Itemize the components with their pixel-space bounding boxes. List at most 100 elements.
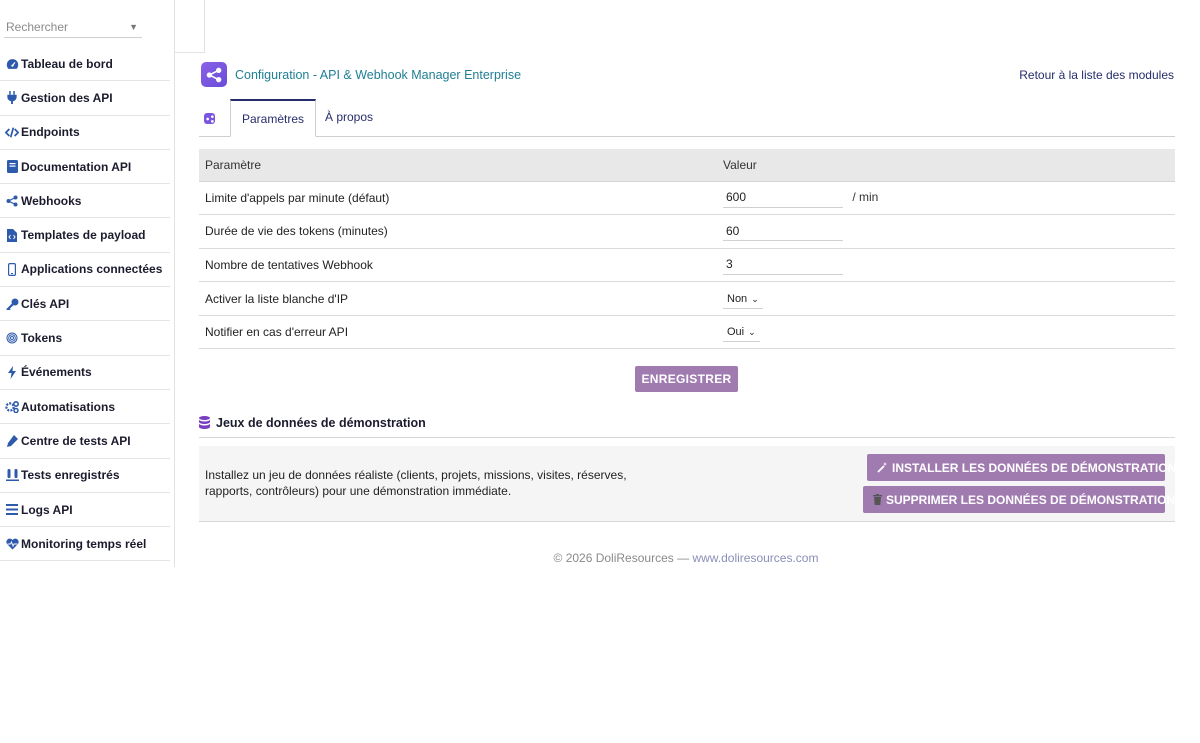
- sidebar-item-label: Templates de payload: [21, 228, 146, 243]
- demo-data-panel: Installez un jeu de données réaliste (cl…: [199, 446, 1176, 522]
- tab-parametres[interactable]: Paramètres: [230, 99, 317, 137]
- sidebar-item-label: Tokens: [21, 331, 63, 346]
- chevron-down-icon[interactable]: ▼: [129, 16, 138, 38]
- sidebar-item-api-management[interactable]: Gestion des API: [0, 81, 170, 116]
- select-value: Oui: [727, 326, 745, 339]
- divider: [199, 437, 1175, 438]
- sidebar-item-label: Tests enregistrés: [21, 468, 120, 483]
- table-row: Notifier en cas d'erreur API Oui ⌄: [199, 315, 1175, 350]
- sidebar-item-api-keys[interactable]: Clés API: [0, 287, 170, 322]
- magic-wand-icon: [877, 462, 888, 473]
- sidebar-item-api-docs[interactable]: Documentation API: [0, 150, 170, 185]
- param-label: Limite d'appels par minute (défaut): [199, 181, 717, 216]
- param-value-cell: [717, 214, 1175, 249]
- table-row: Limite d'appels par minute (défaut) / mi…: [199, 181, 1175, 216]
- sidebar-menu: Tableau de bord Gestion des API Endpoint…: [0, 47, 170, 562]
- param-value-cell: / min: [717, 181, 1175, 216]
- share-icon: [204, 113, 215, 124]
- settings-table: Paramètre Valeur Limite d'appels par min…: [199, 149, 1175, 350]
- plug-icon: [5, 91, 19, 105]
- table-row: Nombre de tentatives Webhook: [199, 248, 1175, 283]
- list-icon: [5, 503, 19, 517]
- sidebar-item-payload-templates[interactable]: Templates de payload: [0, 218, 170, 253]
- sidebar-item-endpoints[interactable]: Endpoints: [0, 116, 170, 150]
- trash-icon: [873, 494, 882, 505]
- sidebar-item-api-logs[interactable]: Logs API: [0, 493, 170, 528]
- install-demo-data-button[interactable]: INSTALLER LES DONNÉES DE DÉMONSTRATION: [867, 454, 1176, 481]
- column-header-parameter: Paramètre: [199, 149, 717, 182]
- footer-website-link[interactable]: www.doliresources.com: [692, 551, 818, 565]
- footer: © 2026 DoliResources — www.doliresources…: [0, 551, 1200, 565]
- ip-whitelist-select[interactable]: Non ⌄: [723, 289, 763, 309]
- delete-label: SUPPRIMER LES DONNÉES DE DÉMONSTRATION: [886, 492, 1176, 507]
- sidebar-item-label: Documentation API: [21, 159, 132, 174]
- webhook-retries-input[interactable]: [723, 254, 843, 275]
- bolt-icon: [5, 365, 19, 379]
- chevron-down-icon: ⌄: [748, 327, 756, 338]
- chevron-down-icon: ⌄: [751, 293, 759, 304]
- sidebar-item-label: Logs API: [21, 502, 73, 517]
- param-value-cell: Oui ⌄: [717, 315, 1175, 350]
- table-row: Durée de vie des tokens (minutes): [199, 214, 1175, 249]
- param-value-cell: Non ⌄: [717, 281, 1175, 316]
- sidebar-item-api-test-center[interactable]: Centre de tests API: [0, 424, 170, 459]
- search-select[interactable]: Rechercher ▼: [4, 16, 142, 38]
- code-icon: [5, 125, 19, 139]
- token-lifetime-input[interactable]: [723, 221, 843, 242]
- param-label: Durée de vie des tokens (minutes): [199, 214, 717, 249]
- tab-bar: Paramètres À propos: [199, 99, 1175, 137]
- sidebar-item-label: Tableau de bord: [21, 56, 113, 71]
- sidebar-item-label: Monitoring temps réel: [21, 536, 147, 551]
- param-label: Activer la liste blanche d'IP: [199, 281, 717, 316]
- vials-icon: [5, 468, 19, 482]
- sidebar-item-tokens[interactable]: Tokens: [0, 321, 170, 356]
- database-icon: [199, 416, 210, 429]
- sidebar-item-label: Webhooks: [21, 193, 82, 208]
- save-button[interactable]: ENREGISTRER: [635, 366, 738, 392]
- sidebar-item-webhooks[interactable]: Webhooks: [0, 184, 170, 219]
- share-icon: [5, 194, 19, 208]
- rate-limit-input[interactable]: [723, 187, 843, 208]
- dashboard-icon: [5, 57, 19, 71]
- select-value: Non: [727, 292, 748, 305]
- column-header-value: Valeur: [717, 149, 1175, 182]
- search-placeholder: Rechercher: [6, 20, 69, 34]
- param-value-cell: [717, 248, 1175, 283]
- tab-a-propos[interactable]: À propos: [314, 99, 384, 137]
- sidebar-item-label: Événements: [21, 365, 92, 380]
- sidebar-item-label: Automatisations: [21, 399, 116, 414]
- demo-section-title: Jeux de données de démonstration: [216, 416, 426, 430]
- sidebar-item-automations[interactable]: Automatisations: [0, 390, 170, 425]
- book-icon: [5, 160, 19, 174]
- mobile-icon: [5, 262, 19, 276]
- cogs-icon: [5, 400, 19, 414]
- sidebar-item-saved-tests[interactable]: Tests enregistrés: [0, 459, 170, 493]
- sidebar-item-connected-apps[interactable]: Applications connectées: [0, 253, 170, 288]
- table-header-row: Paramètre Valeur: [199, 149, 1175, 182]
- notify-error-select[interactable]: Oui ⌄: [723, 322, 760, 343]
- sidebar-item-label: Endpoints: [21, 125, 80, 140]
- key-icon: [5, 297, 19, 311]
- page-title: Configuration - API & Webhook Manager En…: [235, 68, 522, 82]
- param-label: Nombre de tentatives Webhook: [199, 248, 717, 283]
- fingerprint-icon: [5, 331, 19, 345]
- sidebar-item-label: Centre de tests API: [21, 433, 131, 448]
- install-label: INSTALLER LES DONNÉES DE DÉMONSTRATION: [892, 460, 1177, 475]
- back-to-modules-link[interactable]: Retour à la liste des modules: [1019, 68, 1174, 82]
- demo-description: Installez un jeu de données réaliste (cl…: [205, 468, 627, 498]
- sidebar-item-label: Applications connectées: [21, 262, 163, 277]
- file-code-icon: [5, 228, 19, 242]
- sidebar: Rechercher ▼ Tableau de bord Gestion des…: [0, 0, 175, 567]
- param-label: Notifier en cas d'erreur API: [199, 315, 717, 350]
- module-share-icon: [201, 62, 227, 87]
- heartbeat-icon: [5, 537, 19, 551]
- sidebar-item-label: Clés API: [21, 296, 70, 311]
- sidebar-item-dashboard[interactable]: Tableau de bord: [0, 47, 170, 82]
- delete-demo-data-button[interactable]: SUPPRIMER LES DONNÉES DE DÉMONSTRATION: [863, 486, 1175, 513]
- top-corner-box: [175, 0, 205, 53]
- footer-copyright: © 2026 DoliResources —: [553, 551, 690, 565]
- table-row: Activer la liste blanche d'IP Non ⌄: [199, 281, 1175, 316]
- flask-icon: [5, 434, 19, 448]
- sidebar-item-events[interactable]: Événements: [0, 356, 170, 390]
- sidebar-item-label: Gestion des API: [21, 90, 113, 105]
